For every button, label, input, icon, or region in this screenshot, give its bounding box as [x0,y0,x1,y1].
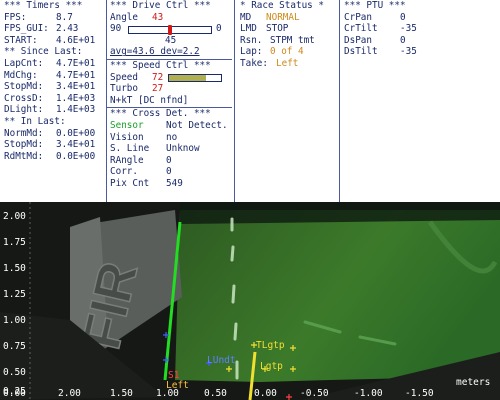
race-row-lap: Lap: 0 of 4 [240,46,304,58]
ptu-row-dstilt: DsTilt -35 [344,46,417,58]
slider-mid: 45 [165,34,177,46]
angle-slider-row: 90 0 [110,23,228,36]
race-header: * Race Status * [240,0,324,11]
x-tick: -1.50 [405,388,434,399]
timers-row-start: START: 4.6E+01 [4,34,96,46]
timers-panel: *** Timers *** FPS: 8.7 FPS_GUI: 2.43 STAR… [4,0,104,202]
panel-divider [234,0,235,202]
x-tick: 1.50 [110,388,133,399]
y-tick: 0.50 [3,367,26,378]
camera-view[interactable]: FIR 2.00 1.75 1.50 1.25 1.00 0.75 0.50 0… [0,202,500,400]
y-tick: 1.00 [3,315,26,326]
speed-header: *** Speed Ctrl *** [110,59,211,71]
since-row-mdchg: MdChg: 4.7E+01 [4,69,96,81]
lundt-label: LUndt [207,355,236,366]
slider-mid-row: 45 [110,35,228,47]
since-row-dlight: DLight: 1.4E+03 [4,104,96,116]
angle-value: 43 [152,11,164,23]
ptu-row-dspan: DsPan 0 [344,34,406,46]
y-tick: 1.75 [3,237,26,248]
x-tick: -1.00 [354,388,383,399]
slider-max: 0 [216,23,222,35]
x-tick: -0.50 [300,388,329,399]
race-row-lmd: LMD STOP [240,23,289,35]
x-tick: 0.00 [254,388,277,399]
speed-value: 72 [152,71,164,83]
ptu-header: *** PTU *** [344,0,406,11]
timers-row-fps-gui: FPS_GUI: 2.43 [4,23,79,35]
race-status-panel: * Race Status * MD NORMAL LMD STOP Rsn. STP… [240,0,336,202]
since-last-header: ** Since Last: [4,46,83,58]
cross-header: *** Cross Det. *** [110,108,211,120]
axis-unit: meters [456,377,491,388]
since-row-crossd: CrossD: 1.4E+03 [4,92,96,104]
speed-bar [168,73,222,82]
ptu-row-crpan: CrPan 0 [344,11,406,23]
race-row-take: Take: Left [240,57,299,69]
y-tick: 2.00 [3,211,26,222]
drive-panel: *** Drive Ctrl *** Angle 43 90 0 45 avg=4… [106,0,232,202]
y-tick: 1.50 [3,263,26,274]
cross-row-vision: Vision no [110,131,178,143]
x-tick: 0.50 [204,388,227,399]
race-mode-value: NORMAL [266,11,300,23]
cross-row-corr: Corr. 0 [110,166,172,178]
since-row-lapcnt: LapCnt: 4.7E+01 [4,57,96,69]
turbo-value: 27 [152,83,164,95]
since-row-stopmd: StopMd: 3.4E+01 [4,81,96,93]
race-row-md: MD NORMAL [240,11,300,23]
slider-min: 90 [110,23,122,35]
race-row-rsn: Rsn. STPM tmt [240,34,315,46]
x-tick-zero: 0.00 [3,388,26,399]
panel-divider [106,0,107,202]
y-tick: 0.75 [3,341,26,352]
timers-header: *** Timers *** [4,0,83,11]
cross-row-sensor: Sensor Not Detect. [110,119,228,131]
angle-slider-track[interactable] [128,25,212,36]
angle-slider-thumb[interactable] [168,25,172,36]
y-tick: 1.25 [3,289,26,300]
x-tick: 2.00 [58,388,81,399]
take-value: Left [276,57,299,69]
camera-scene: FIR [0,202,500,400]
nkt-row: N+kT [DC nfnd] [110,94,189,106]
cross-row-pixcnt: Pix Cnt 549 [110,177,183,189]
avg-dev: avg=43.6 dev=2.2 [110,46,200,58]
cross-row-sline: S. Line Unknow [110,143,200,155]
drive-header: *** Drive Ctrl *** [110,0,211,11]
in-row-stopmd: StopMd: 3.4E+01 [4,139,96,151]
lap-value: 0 of 4 [270,46,304,58]
in-row-rdmtmd: RdMtMd: 0.0E+00 [4,150,96,162]
ptu-row-crtilt: CrTilt -35 [344,23,417,35]
cross-row-rangle: RAngle 0 [110,154,172,166]
ptu-panel: *** PTU *** CrPan 0 CrTilt -35 DsPan 0 DsTi… [344,0,444,202]
timers-row-fps: FPS: 8.7 [4,11,73,23]
tlgtp-label: TLgtp [256,340,285,351]
angle-row: Angle 43 [110,11,164,23]
turbo-row: Turbo 27 [110,83,164,95]
panel-divider [339,0,340,202]
in-last-header: ** In Last: [4,115,66,127]
lgtp-label: Lgtp [260,361,283,372]
speed-bar-fill [169,74,207,81]
in-row-normmd: NormMd: 0.0E+00 [4,127,96,139]
speed-row: Speed 72 [110,72,228,84]
take-left-label: Left [166,380,189,391]
